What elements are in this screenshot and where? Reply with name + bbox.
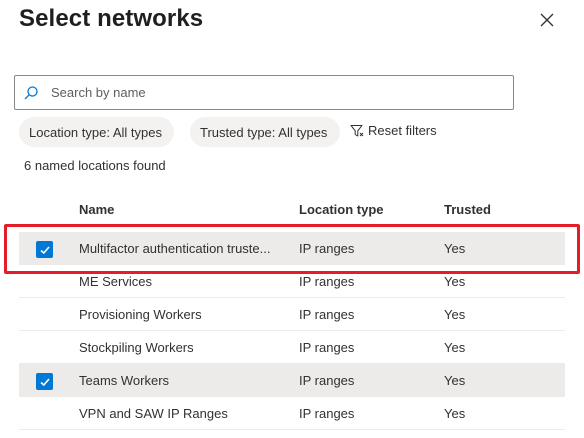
checkmark-icon: [39, 377, 50, 386]
table-row[interactable]: ME Services IP ranges Yes: [19, 265, 565, 298]
row-location-type: IP ranges: [299, 241, 355, 256]
checkmark-icon: [39, 245, 50, 254]
row-trusted: Yes: [444, 307, 466, 322]
table-row[interactable]: Provisioning Workers IP ranges Yes: [19, 298, 565, 331]
row-trusted: Yes: [444, 274, 466, 289]
row-trusted: Yes: [444, 340, 466, 355]
row-name: Provisioning Workers: [79, 307, 202, 322]
row-checkbox[interactable]: [36, 373, 53, 390]
table-row[interactable]: VPN and SAW IP Ranges IP ranges Yes: [19, 397, 565, 430]
column-header-trusted[interactable]: Trusted: [444, 202, 491, 217]
row-location-type: IP ranges: [299, 274, 355, 289]
trusted-type-filter[interactable]: Trusted type: All types: [190, 117, 340, 147]
table-row[interactable]: Multifactor authentication truste... IP …: [19, 232, 565, 265]
row-name: VPN and SAW IP Ranges: [79, 406, 228, 421]
row-trusted: Yes: [444, 241, 466, 256]
close-icon: [540, 13, 554, 27]
search-icon: [23, 85, 39, 101]
table-row[interactable]: Stockpiling Workers IP ranges Yes: [19, 331, 565, 364]
row-trusted: Yes: [444, 373, 466, 388]
close-button[interactable]: [538, 11, 556, 29]
row-name: Teams Workers: [79, 373, 170, 388]
row-name: ME Services: [79, 274, 152, 289]
panel-title: Select networks: [19, 5, 204, 32]
search-box[interactable]: [14, 75, 514, 110]
row-checkbox[interactable]: [36, 241, 53, 258]
location-type-filter[interactable]: Location type: All types: [19, 117, 174, 147]
reset-filters-label: Reset filters: [368, 123, 437, 138]
table-row[interactable]: Teams Workers IP ranges Yes: [19, 364, 565, 397]
row-location-type: IP ranges: [299, 307, 355, 322]
search-input[interactable]: [51, 85, 471, 100]
row-trusted: Yes: [444, 406, 466, 421]
filter-icon: [350, 124, 364, 138]
row-location-type: IP ranges: [299, 340, 355, 355]
network-list: Multifactor authentication truste... IP …: [19, 232, 565, 430]
results-count: 6 named locations found: [24, 158, 166, 173]
column-header-location-type[interactable]: Location type: [299, 202, 384, 217]
row-location-type: IP ranges: [299, 373, 355, 388]
table-header: Name Location type Trusted: [19, 202, 565, 222]
column-header-name[interactable]: Name: [79, 202, 114, 217]
reset-filters-button[interactable]: Reset filters: [350, 123, 437, 138]
row-name: Multifactor authentication truste...: [79, 241, 271, 256]
row-name: Stockpiling Workers: [79, 340, 194, 355]
row-location-type: IP ranges: [299, 406, 355, 421]
